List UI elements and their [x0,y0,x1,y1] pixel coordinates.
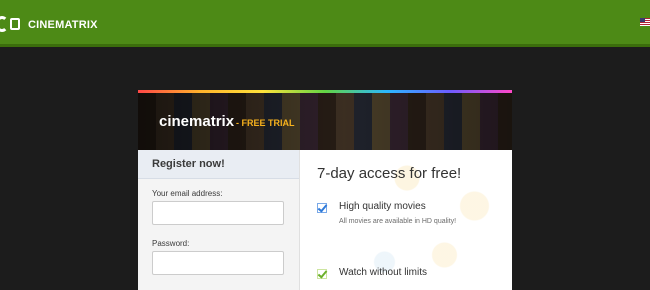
cinematrix-logo-icon [0,15,22,35]
top-navigation-bar: CINEMATRIX [0,0,650,47]
feature-title: High quality movies [339,201,426,212]
movie-poster-banner: cinematrix - FREE TRIAL [138,93,512,150]
us-flag-icon[interactable] [640,18,650,26]
banner-subtitle: - FREE TRIAL [236,118,295,128]
feature-title: Watch without limits [339,267,427,278]
register-panel: Register now! Your email address: Passwo… [138,150,300,290]
checkmark-icon [317,203,327,213]
brand-link[interactable]: CINEMATRIX [0,15,98,35]
password-label: Password: [152,239,190,248]
register-header: Register now! [138,150,299,179]
email-label: Your email address: [152,189,223,198]
register-heading: Register now! [152,158,225,170]
free-trial-card: cinematrix - FREE TRIAL Register now! Yo… [138,90,512,290]
banner-title: cinematrix [159,113,235,130]
checkmark-icon [317,269,327,279]
email-field[interactable] [152,201,284,225]
brand-name: CINEMATRIX [28,19,98,31]
promo-panel: 7-day access for free! High quality movi… [300,150,512,290]
promo-title: 7-day access for free! [317,165,462,182]
password-field[interactable] [152,251,284,275]
feature-description: All movies are available in HD quality! [339,218,457,225]
